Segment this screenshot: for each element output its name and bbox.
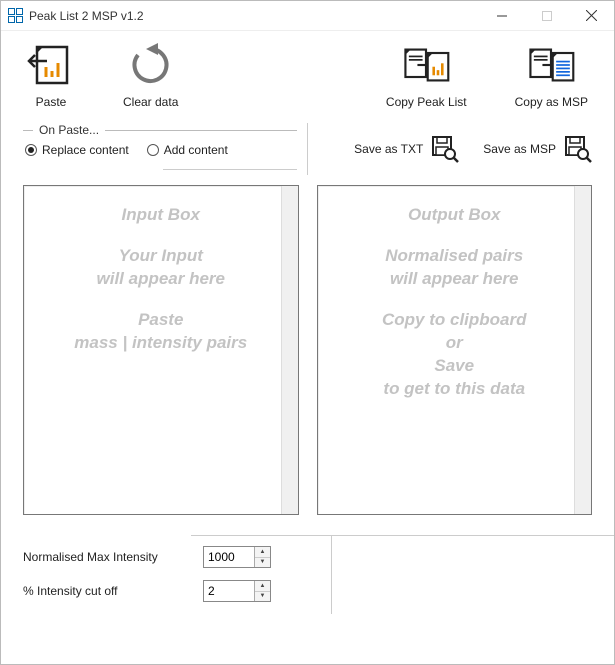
radio-dot-icon <box>147 144 159 156</box>
chevron-up-icon: ▲ <box>255 547 270 558</box>
minimize-icon <box>497 11 507 21</box>
clear-label: Clear data <box>123 95 178 109</box>
onpaste-group: On Paste... Replace content Add content <box>1 123 307 175</box>
toolbar: Paste Clear data <box>1 31 614 117</box>
chevron-up-icon: ▲ <box>255 581 270 592</box>
scrollbar[interactable] <box>281 186 298 514</box>
input-textbox[interactable]: Input Box Your Inputwill appear here Pas… <box>23 185 299 515</box>
clear-button[interactable]: Clear data <box>123 43 178 109</box>
input-placeholder: Input Box Your Inputwill appear here Pas… <box>24 186 298 391</box>
spinner-arrows[interactable]: ▲▼ <box>254 547 270 567</box>
close-icon <box>586 10 597 21</box>
norm-max-label: Normalised Max Intensity <box>23 550 203 564</box>
copy-peak-button[interactable]: Copy Peak List <box>386 43 467 109</box>
paste-label: Paste <box>36 95 67 109</box>
cutoff-input[interactable] <box>204 581 254 601</box>
save-msp-label: Save as MSP <box>483 142 556 156</box>
toolbar-right-group: Copy Peak List <box>386 43 588 109</box>
copy-msp-icon <box>527 43 575 87</box>
maximize-button[interactable] <box>524 2 569 30</box>
output-placeholder: Output Box Normalised pairswill appear h… <box>318 186 592 437</box>
output-textbox[interactable]: Output Box Normalised pairswill appear h… <box>317 185 593 515</box>
chevron-down-icon: ▼ <box>255 558 270 568</box>
bottom-section: Normalised Max Intensity ▲▼ % Intensity … <box>1 535 614 614</box>
spinner-arrows[interactable]: ▲▼ <box>254 581 270 601</box>
maximize-icon <box>542 11 552 21</box>
save-msp-button[interactable]: Save as MSP <box>483 135 592 163</box>
paste-button[interactable]: Paste <box>27 43 75 109</box>
floppy-search-icon <box>431 135 459 163</box>
cutoff-label: % Intensity cut off <box>23 584 203 598</box>
norm-max-input[interactable] <box>204 547 254 567</box>
toolbar-left-group: Paste Clear data <box>27 43 178 109</box>
cutoff-row: % Intensity cut off ▲▼ <box>23 580 331 602</box>
paste-icon <box>27 43 75 87</box>
copy-msp-label: Copy as MSP <box>515 95 588 109</box>
norm-max-spinner[interactable]: ▲▼ <box>203 546 271 568</box>
radio-replace-label: Replace content <box>42 143 129 157</box>
save-group: Save as TXT Save as MSP <box>308 123 614 175</box>
radio-dot-selected-icon <box>25 144 37 156</box>
close-button[interactable] <box>569 2 614 30</box>
norm-max-row: Normalised Max Intensity ▲▼ <box>23 546 331 568</box>
save-txt-button[interactable]: Save as TXT <box>354 135 459 163</box>
app-icon <box>7 8 23 24</box>
copy-peak-icon <box>402 43 450 87</box>
copy-msp-button[interactable]: Copy as MSP <box>515 43 588 109</box>
floppy-search-icon <box>564 135 592 163</box>
radio-add[interactable]: Add content <box>147 143 228 157</box>
window-title: Peak List 2 MSP v1.2 <box>29 9 479 23</box>
radio-add-label: Add content <box>164 143 228 157</box>
text-boxes: Input Box Your Inputwill appear here Pas… <box>1 175 614 515</box>
cutoff-spinner[interactable]: ▲▼ <box>203 580 271 602</box>
chevron-down-icon: ▼ <box>255 592 270 602</box>
copy-peak-label: Copy Peak List <box>386 95 467 109</box>
save-txt-label: Save as TXT <box>354 142 423 156</box>
options-row: On Paste... Replace content Add content … <box>1 123 614 175</box>
titlebar: Peak List 2 MSP v1.2 <box>1 1 614 31</box>
window-controls <box>479 2 614 30</box>
radio-replace[interactable]: Replace content <box>25 143 129 157</box>
app-window: Peak List 2 MSP v1.2 <box>0 0 615 665</box>
refresh-icon <box>128 43 174 87</box>
scrollbar[interactable] <box>574 186 591 514</box>
minimize-button[interactable] <box>479 2 524 30</box>
onpaste-legend: On Paste... <box>23 123 297 137</box>
